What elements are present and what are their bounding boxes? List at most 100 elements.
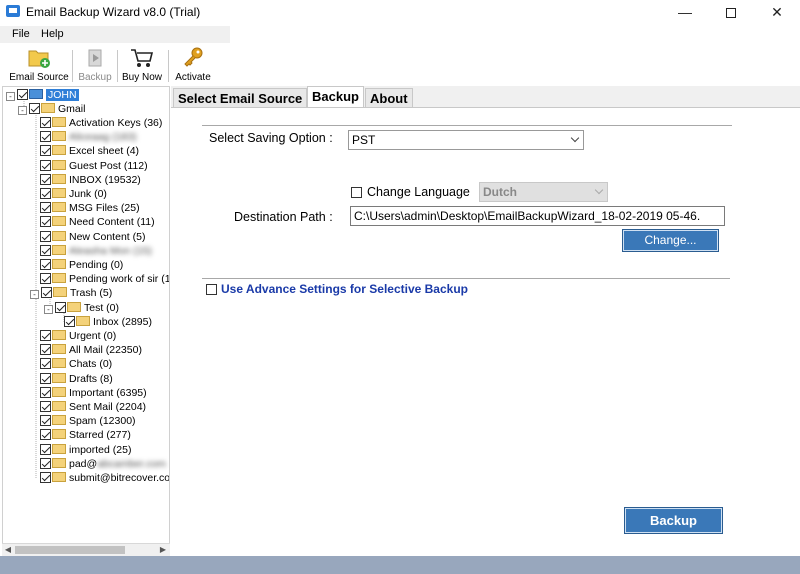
folder-checkbox[interactable] <box>64 316 75 327</box>
tree-collapse-icon[interactable]: - <box>44 305 53 314</box>
tree-item-label: INBOX (19532) <box>69 174 141 186</box>
folder-checkbox[interactable] <box>40 188 51 199</box>
tree-folder-item[interactable]: Junk (0) <box>40 187 107 201</box>
tree-folder-item[interactable]: pad@abcamber.com <box>40 457 166 471</box>
tree-folder-item[interactable]: Pending (0) <box>40 258 123 272</box>
tree-folder-item[interactable]: Chats (0) <box>40 357 112 371</box>
scroll-right-arrow-icon[interactable]: ▶ <box>157 544 169 556</box>
tab-about[interactable]: About <box>365 88 413 107</box>
tree-item-label: Need Content (11) <box>69 216 155 228</box>
menu-file[interactable]: File <box>12 28 30 40</box>
folder-checkbox[interactable] <box>40 330 51 341</box>
tree-horizontal-scrollbar[interactable]: ◀ ▶ <box>2 543 170 556</box>
folder-checkbox[interactable] <box>40 415 51 426</box>
folder-checkbox[interactable] <box>40 131 51 142</box>
folder-checkbox[interactable] <box>40 231 51 242</box>
tree-item-label: Trash (5) <box>70 287 113 299</box>
folder-checkbox[interactable] <box>40 174 51 185</box>
folder-tree[interactable]: - JOHN - Gmail Activation Keys (36) Aliceaag … <box>2 86 170 556</box>
tree-folder-item[interactable]: submit@bitrecover.co <box>40 471 170 485</box>
folder-checkbox[interactable] <box>55 302 66 313</box>
tree-item-label: pad@ <box>69 458 98 470</box>
folder-checkbox[interactable] <box>29 103 40 114</box>
menu-help[interactable]: Help <box>41 28 64 40</box>
folder-checkbox[interactable] <box>40 160 51 171</box>
title-bar: Email Backup Wizard v8.0 (Trial) — ✕ <box>0 0 800 24</box>
maximize-button[interactable] <box>708 0 754 24</box>
tree-folder-item[interactable]: Urgent (0) <box>40 329 116 343</box>
change-language-label: Change Language <box>367 185 470 199</box>
tree-folder-item[interactable]: Aliceaag (183) <box>40 130 137 144</box>
tree-folder-item[interactable]: All Mail (22350) <box>40 343 142 357</box>
scroll-left-arrow-icon[interactable]: ◀ <box>2 544 14 556</box>
destination-path-input[interactable]: C:\Users\admin\Desktop\EmailBackupWizard… <box>350 206 725 226</box>
folder-checkbox[interactable] <box>40 373 51 384</box>
folder-checkbox[interactable] <box>40 145 51 156</box>
tab-select-email-source[interactable]: Select Email Source <box>173 88 308 107</box>
saving-option-select[interactable]: PST <box>348 130 584 150</box>
tree-item-label: submit@bitrecover.co <box>69 472 170 484</box>
backup-toolbar-button[interactable]: Backup <box>76 46 114 86</box>
tree-folder-item[interactable]: - Test (0) <box>44 301 119 315</box>
folder-checkbox[interactable] <box>40 458 51 469</box>
folder-checkbox[interactable] <box>40 245 51 256</box>
minimize-button[interactable]: — <box>662 0 708 24</box>
tree-collapse-icon[interactable]: - <box>18 106 27 115</box>
tree-folder-item[interactable]: - Trash (5) <box>30 286 112 300</box>
language-select[interactable]: Dutch <box>479 182 608 202</box>
change-path-button[interactable]: Change... <box>622 229 719 252</box>
tree-collapse-icon[interactable]: - <box>6 92 15 101</box>
tree-folder-item[interactable]: New Content (5) <box>40 230 145 244</box>
tree-folder-item[interactable]: Activation Keys (36) <box>40 116 162 130</box>
folder-checkbox[interactable] <box>40 387 51 398</box>
tree-item-label: Junk (0) <box>69 188 107 200</box>
tree-account-gmail[interactable]: - Gmail <box>18 102 85 116</box>
folder-checkbox[interactable] <box>40 202 51 213</box>
folder-checkbox[interactable] <box>41 287 52 298</box>
folder-checkbox[interactable] <box>40 117 51 128</box>
tree-folder-item[interactable]: INBOX (19532) <box>40 173 141 187</box>
tree-item-label: Important (6395) <box>69 387 147 399</box>
email-source-button[interactable]: Email Source <box>8 46 70 86</box>
tree-folder-item[interactable]: MSG Files (25) <box>40 201 140 215</box>
tree-item-label: imported (25) <box>69 444 132 456</box>
folder-checkbox[interactable] <box>40 401 51 412</box>
folder-icon <box>52 273 66 283</box>
tree-folder-item[interactable]: Guest Post (112) <box>40 159 148 173</box>
buy-now-button[interactable]: Buy Now <box>120 46 164 86</box>
tree-folder-item[interactable]: Spam (12300) <box>40 414 136 428</box>
tree-folder-item[interactable]: Excel sheet (4) <box>40 144 139 158</box>
folder-checkbox[interactable] <box>40 429 51 440</box>
folder-checkbox[interactable] <box>17 89 28 100</box>
change-language-checkbox[interactable] <box>351 187 362 198</box>
tree-folder-item[interactable]: Starred (277) <box>40 428 131 442</box>
activate-button[interactable]: Activate <box>172 46 214 86</box>
tree-folder-item[interactable]: Sent Mail (2204) <box>40 400 146 414</box>
folder-checkbox[interactable] <box>40 216 51 227</box>
tree-item-label: Excel sheet (4) <box>69 145 140 157</box>
tree-root-john[interactable]: - JOHN <box>6 88 79 102</box>
folder-checkbox[interactable] <box>40 358 51 369</box>
advance-settings-checkbox[interactable] <box>206 284 217 295</box>
tree-folder-item[interactable]: imported (25) <box>40 443 131 457</box>
tree-folder-item[interactable]: Important (6395) <box>40 386 147 400</box>
folder-icon <box>52 344 66 354</box>
tree-collapse-icon[interactable]: - <box>30 290 39 299</box>
folder-checkbox[interactable] <box>40 259 51 270</box>
folder-checkbox[interactable] <box>40 344 51 355</box>
folder-icon <box>52 401 66 411</box>
tab-backup[interactable]: Backup <box>307 86 364 107</box>
tree-item-label: JOHN <box>46 89 79 101</box>
tree-folder-item[interactable]: Need Content (11) <box>40 215 155 229</box>
folder-checkbox[interactable] <box>40 273 51 284</box>
scrollbar-thumb[interactable] <box>15 546 125 554</box>
tree-folder-item[interactable]: Pending work of sir (1 <box>40 272 169 286</box>
folder-icon <box>52 145 66 155</box>
folder-checkbox[interactable] <box>40 472 51 483</box>
tree-folder-item[interactable]: Inbox (2895) <box>64 315 152 329</box>
backup-button[interactable]: Backup <box>624 507 723 534</box>
tree-folder-item[interactable]: Drafts (8) <box>40 372 113 386</box>
tree-folder-item[interactable]: Aleasha Mon (15) <box>40 244 152 258</box>
folder-checkbox[interactable] <box>40 444 51 455</box>
close-button[interactable]: ✕ <box>754 0 800 24</box>
